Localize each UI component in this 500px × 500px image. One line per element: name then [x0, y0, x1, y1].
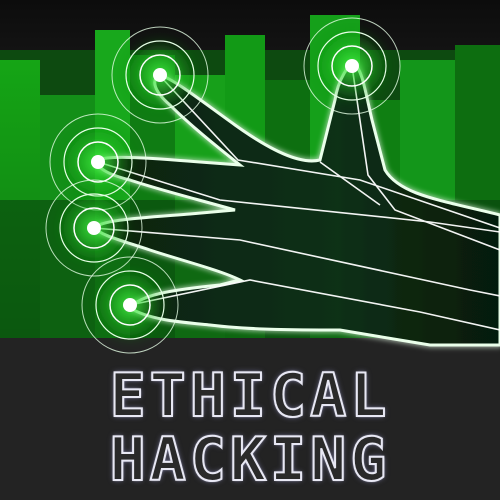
concentric-ring-touch-icon	[303, 17, 401, 115]
concentric-ring-touch-icon	[111, 26, 209, 124]
concentric-ring-touch-icon	[45, 179, 143, 277]
concentric-ring-touch-icon	[81, 256, 179, 354]
poster-title: ETHICAL HACKING	[0, 355, 500, 500]
poster: ETHICAL HACKING	[0, 0, 500, 500]
title-line-2: HACKING	[109, 424, 391, 496]
title-line-1: ETHICAL	[109, 360, 391, 432]
